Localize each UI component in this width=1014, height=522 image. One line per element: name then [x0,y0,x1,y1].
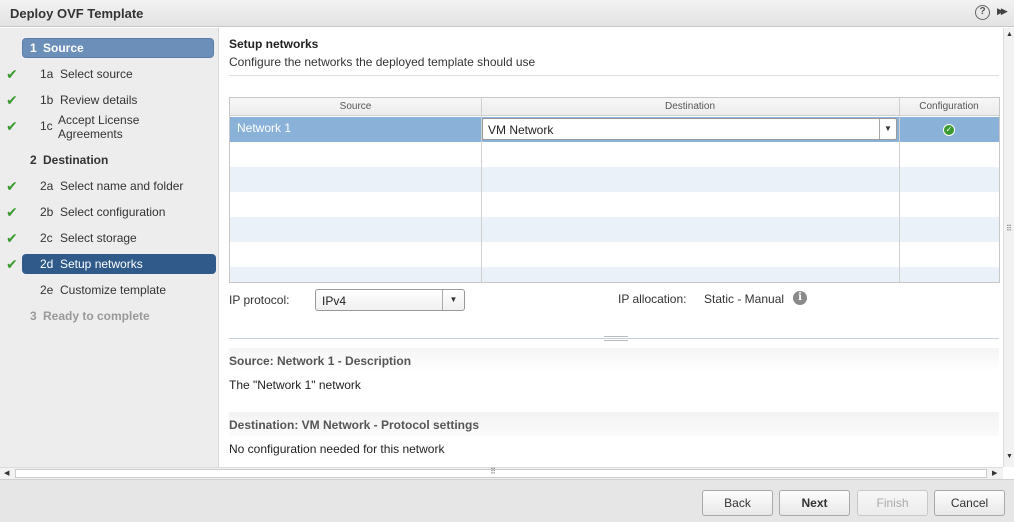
step-label: Customize template [60,283,167,297]
window-titlebar: Deploy OVF Template ? ▶▶ [0,0,1014,27]
ip-protocol-dropdown[interactable]: IPv4 ▼ [315,289,465,311]
chevron-down-icon[interactable]: ▼ [442,290,464,310]
divider [229,75,999,76]
wizard-step-1b[interactable]: ✔ 1b Review details [0,89,219,111]
check-icon: ✔ [6,118,18,134]
wizard-step-2[interactable]: 2 Destination [0,149,219,171]
scroll-left-icon[interactable]: ◀ [4,469,9,477]
finish-button[interactable]: Finish [857,490,928,516]
step-number: 2e [40,283,54,297]
setup-networks-panel: Setup networks Configure the networks th… [220,28,1003,467]
splitter-handle[interactable] [604,336,628,341]
ip-protocol-value: IPv4 [322,294,347,308]
destination-settings-text: No configuration needed for this network [229,442,445,456]
column-header-configuration[interactable]: Configuration [899,98,999,116]
cancel-button[interactable]: Cancel [934,490,1005,516]
column-divider [899,98,900,282]
check-icon: ✔ [6,230,18,246]
info-icon[interactable]: i [793,291,807,305]
wizard-step-1c[interactable]: ✔ 1c Accept License Agreements [0,113,219,141]
wizard-step-1[interactable]: 1 Source [0,37,219,59]
step-number: 3 [30,309,37,323]
source-description-header: Source: Network 1 - Description [229,348,999,372]
step-label: Select name and folder [60,179,184,193]
step-number: 2d [40,257,54,271]
grid-header: Source Destination Configuration [230,98,999,116]
source-network-cell: Network 1 [237,121,292,135]
wizard-step-3[interactable]: 3 Ready to complete [0,305,219,327]
wizard-step-2e[interactable]: 2e Customize template [0,279,219,301]
step-label: Setup networks [60,257,143,271]
destination-network-dropdown[interactable]: VM Network ▼ [482,118,897,140]
expand-icon[interactable]: ▶▶ [997,6,1008,17]
step-number: 1b [40,93,54,107]
step-label: Source [43,41,84,55]
scroll-grip-icon[interactable]: ⠿ [490,467,496,476]
step-label: Select storage [60,231,137,245]
check-icon: ✔ [6,178,18,194]
wizard-step-2d[interactable]: ✔ 2d Setup networks [0,253,219,275]
step-number: 2a [40,179,54,193]
help-icon[interactable]: ? [975,5,990,20]
ip-allocation-label: IP allocation: [618,292,687,306]
check-icon: ✔ [6,256,18,272]
step-label: Review details [60,93,138,107]
network-mapping-grid: Source Destination Configuration Network… [229,97,1000,283]
step-label: Select source [60,67,133,81]
page-subtitle: Configure the networks the deployed temp… [229,55,536,69]
step-number: 1 [30,41,37,55]
destination-settings-title: Destination: VM Network - Protocol setti… [229,418,480,432]
empty-row [230,192,999,217]
ip-protocol-label: IP protocol: [229,293,290,307]
chevron-down-icon[interactable]: ▼ [879,119,896,139]
scroll-up-icon[interactable]: ▲ [1006,31,1013,38]
step-label: Destination [43,153,109,167]
table-row[interactable]: Network 1 VM Network ▼ ✓ [230,117,999,142]
empty-row [230,242,999,267]
wizard-step-2c[interactable]: ✔ 2c Select storage [0,227,219,249]
ok-check-icon: ✓ [943,124,955,136]
ip-allocation-value: Static - Manual [704,292,785,306]
step-number: 1a [40,67,54,81]
scroll-track[interactable] [15,469,987,478]
column-header-source[interactable]: Source [230,98,481,116]
step-number: 2c [40,231,53,245]
wizard-step-2b[interactable]: ✔ 2b Select configuration [0,201,219,223]
scroll-grip-icon[interactable]: ⠿ [1006,224,1012,233]
empty-row [230,167,999,192]
destination-network-value: VM Network [488,123,554,137]
source-description-text: The "Network 1" network [229,378,361,392]
wizard-footer: Back Next Finish Cancel [0,479,1014,522]
check-icon: ✔ [6,66,18,82]
scroll-right-icon[interactable]: ▶ [992,469,997,477]
column-divider [481,98,482,282]
empty-row [230,142,999,167]
step-number: 2 [30,153,37,167]
step-label: Accept License Agreements [58,113,140,141]
scroll-down-icon[interactable]: ▼ [1006,453,1013,460]
column-header-destination[interactable]: Destination [481,98,899,116]
step-label: Ready to complete [43,309,150,323]
back-button[interactable]: Back [702,490,773,516]
next-button[interactable]: Next [779,490,850,516]
page-title: Setup networks [229,37,319,51]
empty-row [230,217,999,242]
wizard-step-1a[interactable]: ✔ 1a Select source [0,63,219,85]
empty-row [230,267,999,282]
step-number: 1c [40,119,53,133]
step-label: Select configuration [60,205,166,219]
wizard-steps-sidebar: 1 Source ✔ 1a Select source ✔ 1b Review details… [0,28,219,467]
destination-settings-header: Destination: VM Network - Protocol setti… [229,412,999,436]
vertical-scrollbar[interactable]: ▲ ⠿ ▼ [1003,28,1014,467]
wizard-step-2a[interactable]: ✔ 2a Select name and folder [0,175,219,197]
check-icon: ✔ [6,92,18,108]
window-title: Deploy OVF Template [10,6,144,21]
horizontal-scrollbar[interactable]: ◀ ⠿ ▶ [0,467,1003,479]
check-icon: ✔ [6,204,18,220]
source-description-title: Source: Network 1 - Description [229,354,412,368]
step-number: 2b [40,205,54,219]
